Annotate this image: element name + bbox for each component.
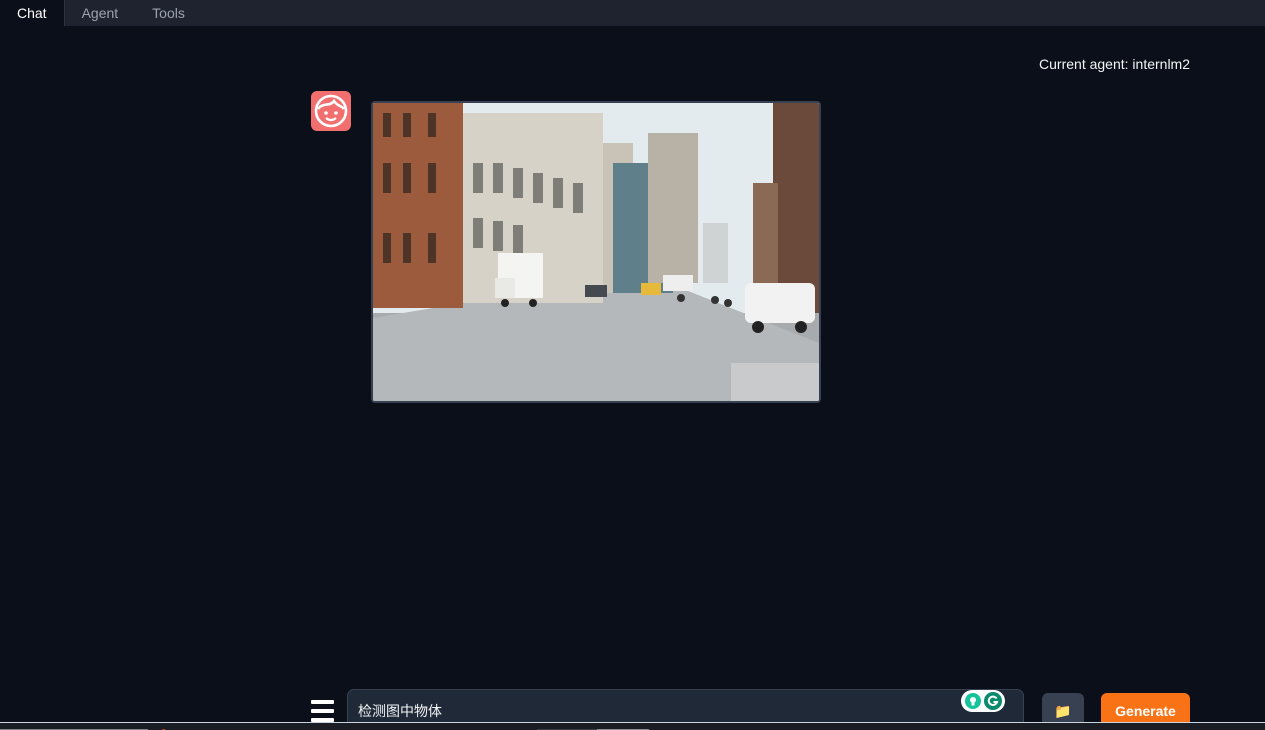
tab-agent[interactable]: Agent (65, 0, 136, 26)
chat-input-value: 检测图中物体 (358, 704, 442, 720)
menu-icon[interactable] (311, 700, 334, 722)
tab-chat[interactable]: Chat (0, 0, 65, 26)
street-scene-photo (373, 103, 819, 401)
grammarly-badge[interactable] (961, 690, 1005, 712)
bot-avatar (311, 91, 351, 131)
tab-bar: Chat Agent Tools (0, 0, 1265, 26)
folder-icon: 📁 (1054, 702, 1072, 719)
chat-message-image[interactable] (371, 101, 821, 403)
current-agent-label: Current agent: internlm2 (1039, 56, 1190, 72)
face-icon (314, 94, 348, 128)
grammarly-icon (983, 692, 1002, 710)
lightbulb-icon (964, 693, 981, 709)
tab-tools[interactable]: Tools (135, 0, 202, 26)
